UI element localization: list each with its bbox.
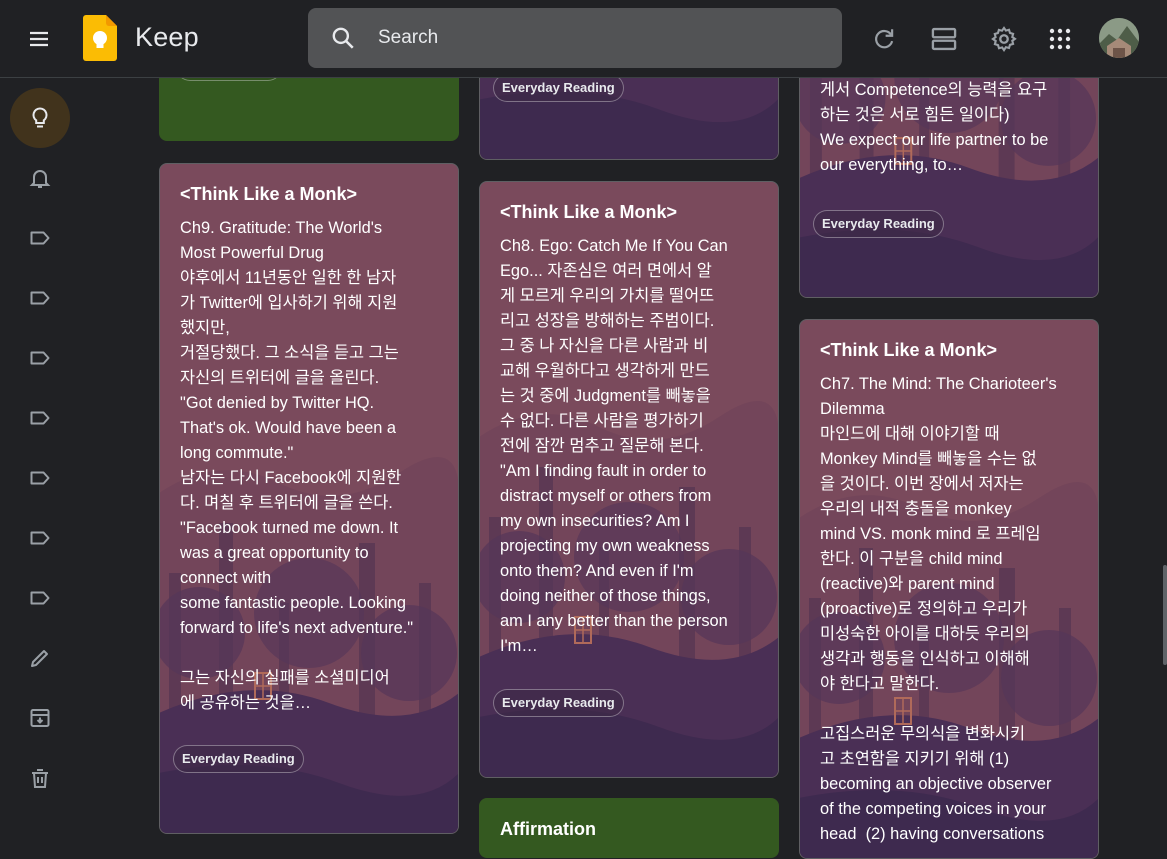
search-bar[interactable]	[308, 8, 842, 68]
note-label-chip[interactable]: Everyday Reading	[493, 689, 624, 717]
note-card-think-like-a-monk-ch7[interactable]: <Think Like a Monk> Ch7. The Mind: The C…	[799, 319, 1099, 859]
keep-logo-icon	[83, 15, 117, 61]
note-body: Ch7. The Mind: The Charioteer's Dilemma …	[820, 375, 1057, 843]
note-label-chip[interactable]: Everyday Reading	[173, 745, 304, 773]
account-avatar[interactable]	[1099, 18, 1139, 58]
label-icon	[30, 231, 50, 245]
label-icon	[30, 591, 50, 605]
archive-icon	[30, 709, 50, 727]
search-icon[interactable]	[330, 25, 356, 51]
list-view-button[interactable]	[922, 17, 966, 61]
sidebar-item-edit-labels[interactable]	[10, 628, 70, 688]
refresh-icon	[875, 29, 894, 49]
gear-icon	[991, 26, 1017, 52]
app-title: Keep	[135, 22, 199, 52]
note-label-chip[interactable]: Everyday Reading	[813, 210, 944, 238]
bell-icon	[29, 170, 51, 188]
label-icon	[30, 351, 50, 365]
note-title: Affirmation	[500, 819, 596, 839]
top-bar: Keep	[0, 0, 1167, 78]
note-body: 게서 Competence의 능력을 요구 하는 것은 서로 힘든 일이다) W…	[820, 81, 1049, 174]
sidebar-item-label-5[interactable]	[10, 448, 70, 508]
sidebar-item-label-6[interactable]	[10, 508, 70, 568]
note-card-think-like-a-monk-ch8[interactable]: <Think Like a Monk> Ch8. Ego: Catch Me I…	[479, 181, 779, 778]
label-icon	[30, 291, 50, 305]
hamburger-menu-icon	[30, 31, 48, 47]
apps-grid-icon	[1049, 28, 1071, 50]
sidebar-item-label-2[interactable]	[10, 268, 70, 328]
sidebar-item-label-1[interactable]	[10, 208, 70, 268]
sidebar-item-label-7[interactable]	[10, 568, 70, 628]
note-body: Ch9. Gratitude: The World's Most Powerfu…	[180, 219, 414, 712]
apps-button[interactable]	[1038, 17, 1082, 61]
label-icon	[30, 411, 50, 425]
sidebar-item-reminders[interactable]	[10, 148, 70, 208]
main-menu-button[interactable]	[17, 17, 61, 61]
note-card-affirmation[interactable]: Affirmation	[479, 798, 779, 858]
note-card-think-like-a-monk-ch9[interactable]: <Think Like a Monk> Ch9. Gratitude: The …	[159, 163, 459, 834]
pencil-icon	[31, 650, 48, 667]
refresh-button[interactable]	[862, 17, 906, 61]
sidebar-item-trash[interactable]	[10, 748, 70, 808]
sidebar	[0, 78, 80, 843]
keep-logo[interactable]	[83, 15, 117, 61]
search-input[interactable]	[378, 24, 818, 52]
avatar-image	[1099, 18, 1139, 58]
note-title: <Think Like a Monk>	[180, 184, 358, 204]
page-scrollbar-thumb[interactable]	[1163, 565, 1167, 665]
sidebar-item-label-4[interactable]	[10, 388, 70, 448]
list-view-icon	[931, 27, 957, 51]
note-card-competence[interactable]: 게서 Competence의 능력을 요구 하는 것은 서로 힘든 일이다) W…	[799, 40, 1099, 298]
lightbulb-icon	[32, 107, 48, 128]
note-title: <Think Like a Monk>	[500, 202, 678, 222]
note-label-chip[interactable]: Everyday Reading	[493, 74, 624, 102]
note-title: <Think Like a Monk>	[820, 340, 998, 360]
note-body: Ch8. Ego: Catch Me If You Can Ego... 자존심…	[500, 237, 728, 655]
label-icon	[30, 471, 50, 485]
sidebar-item-notes[interactable]	[10, 88, 70, 148]
sidebar-item-archive[interactable]	[10, 688, 70, 748]
settings-button[interactable]	[982, 17, 1026, 61]
sidebar-item-label-3[interactable]	[10, 328, 70, 388]
label-icon	[30, 531, 50, 545]
trash-icon	[32, 769, 48, 788]
